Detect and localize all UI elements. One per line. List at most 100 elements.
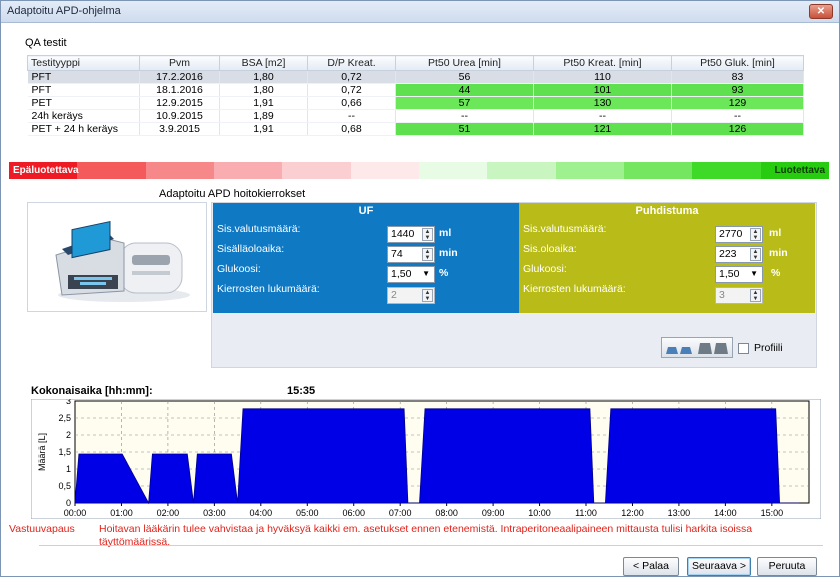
spin-arrows-icon: ▲ ▼ <box>750 289 761 302</box>
spin-arrows-icon[interactable]: ▲ ▼ <box>422 228 433 241</box>
cleaning-glucose-label: Glukoosi: <box>523 263 567 275</box>
cleaning-fill-volume-unit: ml <box>769 227 782 239</box>
col-header-urea[interactable]: Pt50 Urea [min] <box>395 55 534 71</box>
profile-label: Profiili <box>754 342 783 354</box>
spin-arrows-icon[interactable]: ▲ ▼ <box>750 228 761 241</box>
col-header-gluk[interactable]: Pt50 Gluk. [min] <box>671 55 804 71</box>
reliability-segment <box>555 162 624 179</box>
cell-gluk: 126 <box>671 122 804 136</box>
cleaning-fill-volume-input[interactable]: 2770 ▲ ▼ <box>715 226 763 243</box>
dropdown-arrow-icon[interactable]: ▼ <box>750 269 758 278</box>
cell-dp: 0,66 <box>307 96 396 110</box>
uf-dwell-input[interactable]: 74 ▲ ▼ <box>387 246 435 263</box>
next-button[interactable]: Seuraava > <box>687 557 751 576</box>
cell-bsa: 1,80 <box>219 70 308 84</box>
total-time-label: Kokonaisaika [hh:mm]: <box>31 385 153 397</box>
y-tick-label: 0 <box>66 498 71 508</box>
reliability-bar: Epäluotettava Luotettava <box>9 162 829 179</box>
cell-date: 18.1.2016 <box>139 83 220 97</box>
table-row[interactable]: PFT 17.2.2016 1,80 0,72 56 110 83 <box>27 70 804 84</box>
cell-urea: 51 <box>395 122 534 136</box>
reliability-segment <box>487 162 556 179</box>
cell-bsa: 1,91 <box>219 96 308 110</box>
footer-divider <box>39 545 823 546</box>
table-row[interactable]: 24h keräys 10.9.2015 1,89 -- -- -- -- <box>27 109 804 123</box>
reliability-segment <box>77 162 146 179</box>
close-button[interactable]: ✕ <box>809 4 833 19</box>
cell-type: PET + 24 h keräys <box>27 122 140 136</box>
cleaning-dwell-value: 223 <box>719 248 737 260</box>
table-row[interactable]: PET 12.9.2015 1,91 0,66 57 130 129 <box>27 96 804 110</box>
uf-dwell-label: Sisälläoloaika: <box>217 243 285 255</box>
col-header-bsa[interactable]: BSA [m2] <box>219 55 308 71</box>
qa-section-label: QA testit <box>25 37 67 49</box>
cell-dp: 0,68 <box>307 122 396 136</box>
qa-header-row: Testityyppi Pvm BSA [m2] D/P Kreat. Pt50… <box>27 55 804 71</box>
cancel-button[interactable]: Peruuta <box>757 557 817 576</box>
cleaning-dwell-unit: min <box>769 247 788 259</box>
reliability-segment <box>282 162 351 179</box>
content-area: QA testit Testityyppi Pvm BSA [m2] D/P K… <box>7 25 833 576</box>
uf-cycles-input: 2 ▲ ▼ <box>387 287 435 304</box>
cell-type: PFT <box>27 70 140 84</box>
cell-date: 12.9.2015 <box>139 96 220 110</box>
spin-arrows-icon[interactable]: ▲ ▼ <box>750 248 761 261</box>
cell-gluk: 83 <box>671 70 804 84</box>
uf-glucose-label: Glukoosi: <box>217 263 261 275</box>
cleaning-glucose-select[interactable]: 1,50 ▼ <box>715 266 763 283</box>
cell-urea: 44 <box>395 83 534 97</box>
cleaning-glucose-value: 1,50 <box>719 268 740 280</box>
cleaning-cycles-value: 3 <box>719 289 725 301</box>
y-tick-label: 2,5 <box>58 413 71 423</box>
y-tick-label: 0,5 <box>58 481 71 491</box>
x-tick-label: 14:00 <box>714 508 737 518</box>
table-row[interactable]: PFT 18.1.2016 1,80 0,72 44 101 93 <box>27 83 804 97</box>
reliability-right-label: Luotettava <box>774 165 825 176</box>
profile-checkbox[interactable] <box>738 343 749 354</box>
y-tick-label: 1,5 <box>58 447 71 457</box>
cell-date: 17.2.2016 <box>139 70 220 84</box>
cell-gluk: 93 <box>671 83 804 97</box>
cleaning-fill-volume-label: Sis.valutusmäärä: <box>523 223 607 235</box>
uf-cycles-label: Kierrosten lukumäärä: <box>217 283 320 295</box>
cell-bsa: 1,80 <box>219 83 308 97</box>
cell-kreat: 121 <box>533 122 672 136</box>
cleaning-cycles-input: 3 ▲ ▼ <box>715 287 763 304</box>
x-tick-label: 10:00 <box>528 508 551 518</box>
uf-glucose-select[interactable]: 1,50 ▼ <box>387 266 435 283</box>
table-row[interactable]: PET + 24 h keräys 3.9.2015 1,91 0,68 51 … <box>27 122 804 136</box>
dropdown-arrow-icon[interactable]: ▼ <box>422 269 430 278</box>
y-tick-label: 1 <box>66 464 71 474</box>
col-header-date[interactable]: Pvm <box>139 55 220 71</box>
col-header-dp[interactable]: D/P Kreat. <box>307 55 396 71</box>
cell-kreat: 110 <box>533 70 672 84</box>
cleaning-dwell-label: Sis.oloaika: <box>523 243 577 255</box>
x-tick-label: 06:00 <box>342 508 365 518</box>
volume-chart: 0 0,5 1 1,5 2 2,5 3 00:00 01:00 02:00 03:00 04:00 05… <box>30 396 822 520</box>
col-header-kreat[interactable]: Pt50 Kreat. [min] <box>533 55 672 71</box>
x-tick-label: 05:00 <box>296 508 319 518</box>
cell-bsa: 1,89 <box>219 109 308 123</box>
apd-settings-panel: UF Sis.valutusmäärä: 1440 ▲ ▼ ml Sisälläo… <box>27 190 817 368</box>
col-header-type[interactable]: Testityyppi <box>27 55 140 71</box>
x-tick-label: 04:00 <box>250 508 273 518</box>
cell-dp: -- <box>307 109 396 123</box>
spin-arrows-icon[interactable]: ▲ ▼ <box>422 248 433 261</box>
x-tick-label: 15:00 <box>761 508 784 518</box>
uf-dwell-value: 74 <box>391 248 403 260</box>
back-button[interactable]: < Palaa <box>623 557 679 576</box>
title-bar: Adaptoitu APD-ohjelma ✕ <box>1 1 839 23</box>
y-axis-label: Määrä [L] <box>37 433 47 471</box>
cleaning-fill-volume-value: 2770 <box>719 228 743 240</box>
profile-button[interactable] <box>661 337 733 358</box>
uf-glucose-value: 1,50 <box>391 268 412 280</box>
cleaning-dwell-input[interactable]: 223 ▲ ▼ <box>715 246 763 263</box>
cycler-device-image <box>27 202 207 312</box>
cell-date: 10.9.2015 <box>139 109 220 123</box>
uf-fill-volume-input[interactable]: 1440 ▲ ▼ <box>387 226 435 243</box>
spin-arrows-icon: ▲ ▼ <box>422 289 433 302</box>
x-tick-label: 09:00 <box>482 508 505 518</box>
x-tick-label: 11:00 <box>575 508 597 518</box>
y-tick-label: 3 <box>66 399 71 406</box>
reliability-left-label: Epäluotettava <box>13 165 79 176</box>
